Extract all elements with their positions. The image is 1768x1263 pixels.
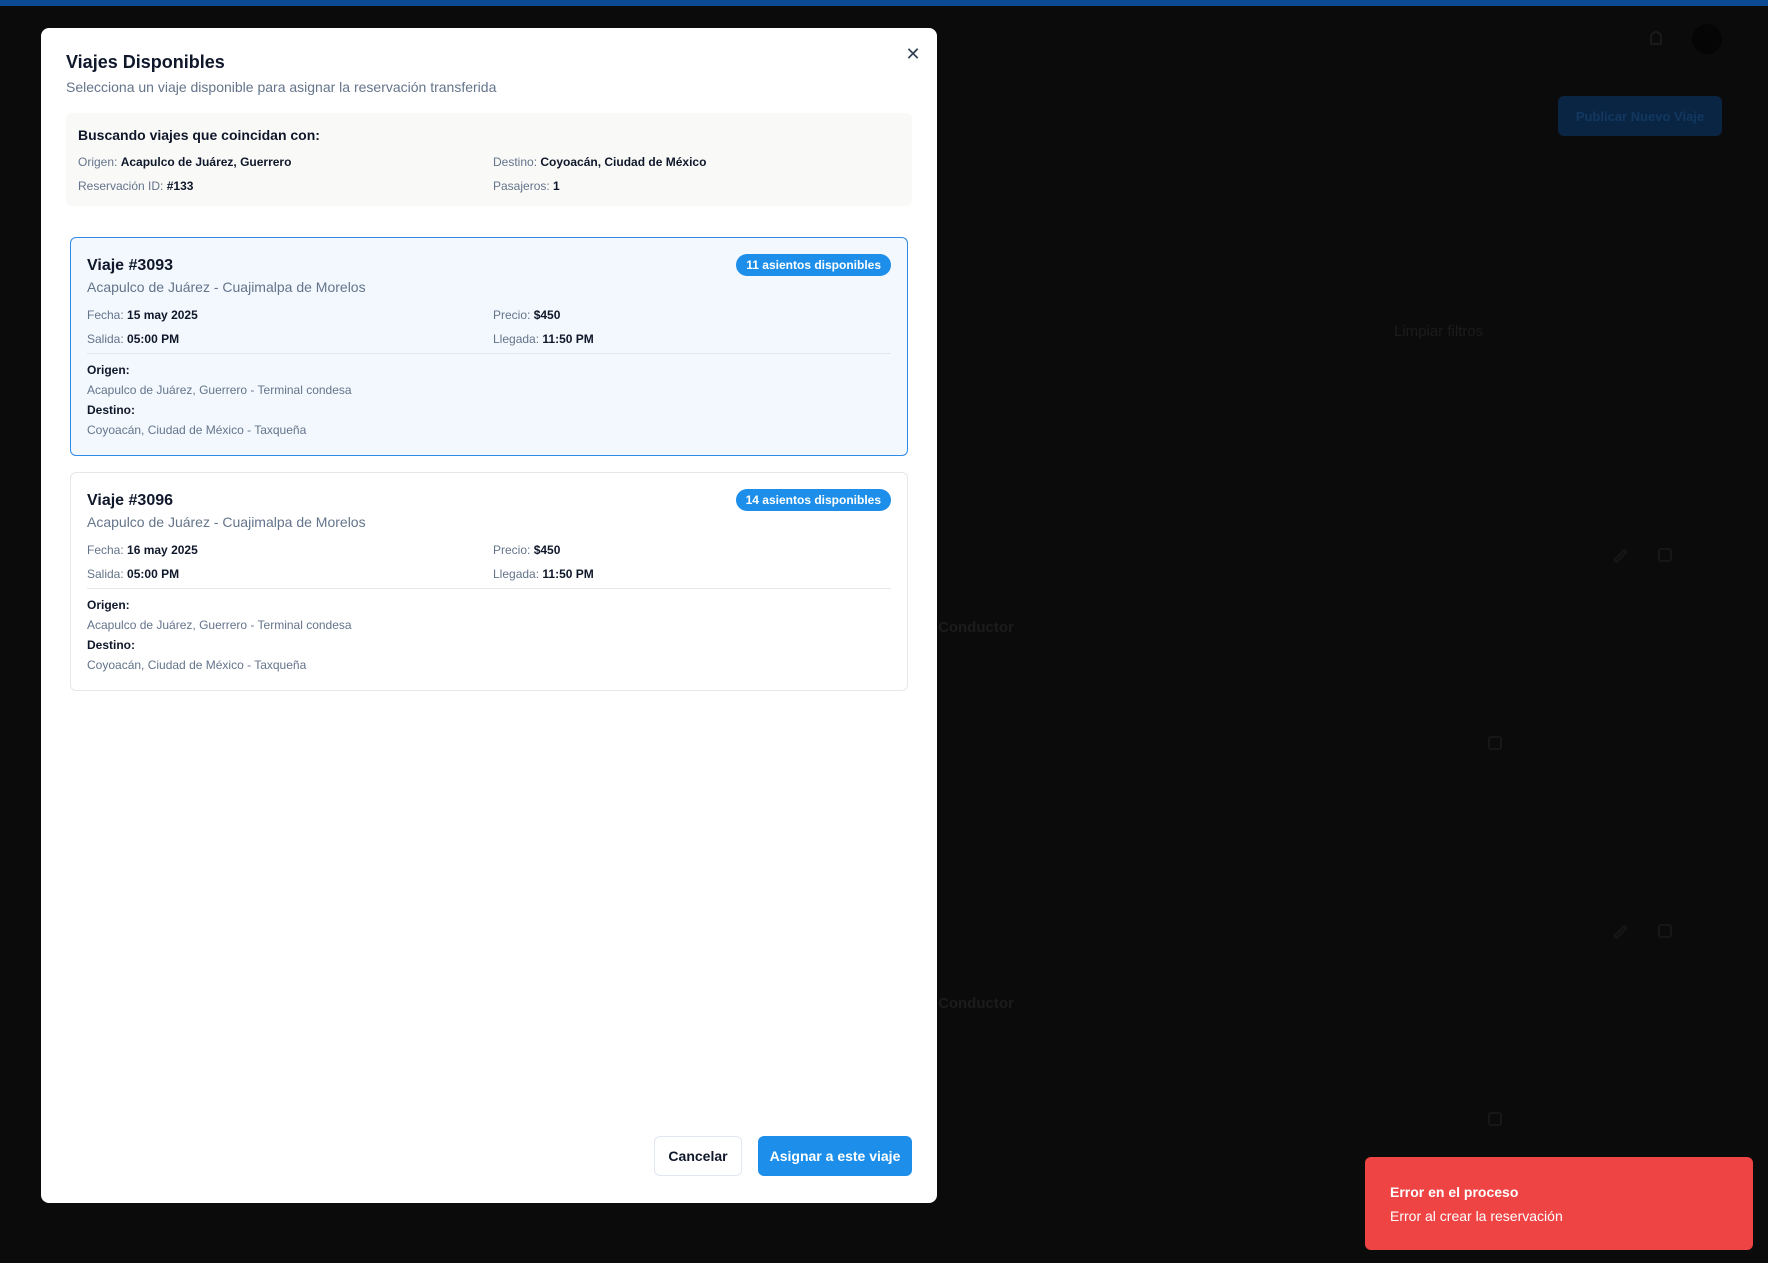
edit-icon xyxy=(1613,924,1628,940)
trash-icon xyxy=(1658,548,1672,562)
trip-origin-value: Acapulco de Juárez, Guerrero - Terminal … xyxy=(87,383,352,397)
search-passengers: Pasajeros: 1 xyxy=(493,179,560,193)
user-icon xyxy=(1488,736,1502,750)
trip-price: Precio: $450 xyxy=(493,543,561,557)
notification-bell-icon xyxy=(1650,31,1662,45)
background-driver-label: Conductor xyxy=(938,619,1014,636)
seats-available-badge: 14 asientos disponibles xyxy=(735,489,891,511)
trip-title: Viaje #3093 xyxy=(87,257,174,274)
cancel-button[interactable]: Cancelar xyxy=(654,1136,742,1176)
publish-trip-button: Publicar Nuevo Viaje xyxy=(1558,96,1722,136)
error-toast[interactable]: Error en el proceso Error al crear la re… xyxy=(1365,1157,1753,1250)
trip-route: Acapulco de Juárez - Cuajimalpa de Morel… xyxy=(87,279,366,295)
search-reservation-id: Reservación ID: #133 xyxy=(78,179,194,193)
trip-date: Fecha: 16 may 2025 xyxy=(87,543,198,557)
search-origin: Origen: Acapulco de Juárez, Guerrero xyxy=(78,155,292,169)
trip-departure: Salida: 05:00 PM xyxy=(87,332,180,346)
dialog-title: Viajes Disponibles xyxy=(66,52,225,72)
user-icon xyxy=(1488,1112,1502,1126)
trash-icon xyxy=(1658,924,1672,938)
close-icon: ✕ xyxy=(905,43,921,64)
app-topbar xyxy=(0,0,1768,6)
close-button[interactable]: ✕ xyxy=(901,42,925,66)
background-driver-label: Conductor xyxy=(938,995,1014,1012)
search-criteria-heading: Buscando viajes que coincidan con: xyxy=(78,127,320,143)
trip-origin-value: Acapulco de Juárez, Guerrero - Terminal … xyxy=(87,618,352,632)
trip-arrival: Llegada: 11:50 PM xyxy=(493,567,594,581)
trip-card[interactable]: Viaje #3093 Acapulco de Juárez - Cuajima… xyxy=(70,237,908,456)
available-trips-dialog: Viajes Disponibles Selecciona un viaje d… xyxy=(41,28,937,1203)
search-criteria-panel: Buscando viajes que coincidan con: Orige… xyxy=(66,113,912,206)
trip-destination-label: Destino: xyxy=(87,403,135,417)
trip-title: Viaje #3096 xyxy=(87,492,174,509)
trip-price: Precio: $450 xyxy=(493,308,561,322)
trip-origin-label: Origen: xyxy=(87,363,130,377)
clear-filters-link: Limpiar filtros xyxy=(1394,323,1484,340)
trip-departure: Salida: 05:00 PM xyxy=(87,567,180,581)
seats-available-badge: 11 asientos disponibles xyxy=(736,254,891,276)
divider xyxy=(87,588,891,589)
trip-destination-value: Coyoacán, Ciudad de México - Taxqueña xyxy=(87,658,307,672)
toast-title: Error en el proceso xyxy=(1390,1184,1519,1200)
avatar xyxy=(1692,24,1722,54)
trip-card[interactable]: Viaje #3096 Acapulco de Juárez - Cuajima… xyxy=(70,472,908,691)
edit-icon xyxy=(1613,548,1628,564)
trip-route: Acapulco de Juárez - Cuajimalpa de Morel… xyxy=(87,514,366,530)
assign-trip-button[interactable]: Asignar a este viaje xyxy=(758,1136,912,1176)
trip-date: Fecha: 15 may 2025 xyxy=(87,308,198,322)
dialog-subtitle: Selecciona un viaje disponible para asig… xyxy=(66,79,497,95)
trip-origin-label: Origen: xyxy=(87,598,130,612)
trip-destination-value: Coyoacán, Ciudad de México - Taxqueña xyxy=(87,423,307,437)
toast-message: Error al crear la reservación xyxy=(1390,1208,1563,1224)
divider xyxy=(87,353,891,354)
trip-arrival: Llegada: 11:50 PM xyxy=(493,332,594,346)
search-destination: Destino: Coyoacán, Ciudad de México xyxy=(493,155,707,169)
trip-destination-label: Destino: xyxy=(87,638,135,652)
